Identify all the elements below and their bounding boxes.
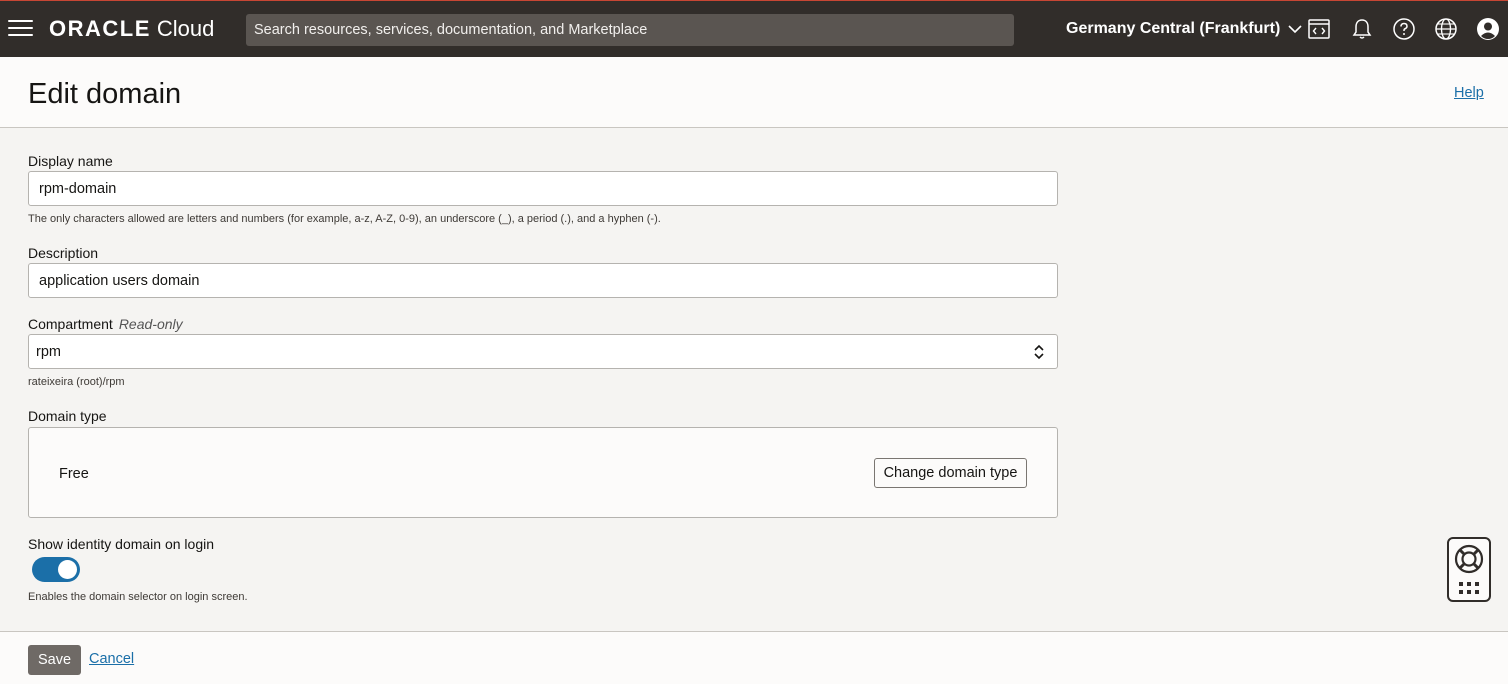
region-selector[interactable]: Germany Central (Frankfurt) — [1066, 20, 1302, 38]
display-name-field[interactable]: rpm-domain — [28, 171, 1058, 206]
page-title: Edit domain — [28, 78, 182, 110]
domain-type-box: Free Change domain type — [28, 427, 1058, 518]
description-field[interactable]: application users domain — [28, 263, 1058, 298]
select-arrows-icon — [1034, 344, 1044, 360]
hamburger-menu-icon[interactable] — [8, 20, 33, 38]
domain-type-label: Domain type — [28, 408, 107, 424]
region-label: Germany Central (Frankfurt) — [1066, 20, 1281, 37]
app-grid-icon — [1459, 582, 1479, 594]
domain-type-value: Free — [59, 466, 89, 482]
compartment-label-text: Compartment — [28, 316, 113, 332]
bell-icon[interactable] — [1350, 17, 1374, 41]
oracle-cloud-logo[interactable]: ORACLE Cloud — [49, 16, 214, 42]
page-header: Edit domain Help — [0, 57, 1508, 128]
display-name-hint: The only characters allowed are letters … — [28, 213, 661, 225]
brand-oracle-text: ORACLE — [49, 16, 151, 41]
form-footer: Save Cancel — [0, 631, 1508, 684]
save-button[interactable]: Save — [28, 645, 81, 675]
change-domain-type-button[interactable]: Change domain type — [874, 458, 1027, 488]
code-editor-icon[interactable] — [1307, 17, 1331, 41]
help-support-widget[interactable] — [1447, 537, 1491, 602]
description-label: Description — [28, 245, 99, 261]
search-input[interactable]: Search resources, services, documentatio… — [246, 14, 1014, 46]
cancel-link[interactable]: Cancel — [89, 651, 134, 667]
brand-cloud-text: Cloud — [156, 16, 215, 41]
toggle-knob — [58, 560, 77, 579]
show-identity-domain-hint: Enables the domain selector on login scr… — [28, 591, 248, 603]
chevron-down-icon — [1288, 24, 1302, 33]
show-identity-domain-label: Show identity domain on login — [28, 536, 215, 552]
read-only-tag: Read-only — [118, 316, 183, 332]
user-avatar-icon[interactable] — [1476, 17, 1500, 41]
help-link[interactable]: Help — [1454, 85, 1484, 101]
lifebuoy-icon — [1454, 544, 1484, 574]
compartment-select[interactable]: rpm — [28, 334, 1058, 369]
top-navigation-bar: ORACLE Cloud Search resources, services,… — [0, 0, 1508, 57]
globe-icon[interactable] — [1434, 17, 1458, 41]
show-identity-domain-toggle[interactable] — [32, 557, 80, 582]
compartment-path-hint: rateixeira (root)/rpm — [28, 376, 125, 388]
help-circle-icon[interactable] — [1392, 17, 1416, 41]
compartment-label: Compartment Read-only — [28, 316, 183, 332]
display-name-label: Display name — [28, 153, 113, 169]
compartment-select-value: rpm — [36, 344, 61, 360]
